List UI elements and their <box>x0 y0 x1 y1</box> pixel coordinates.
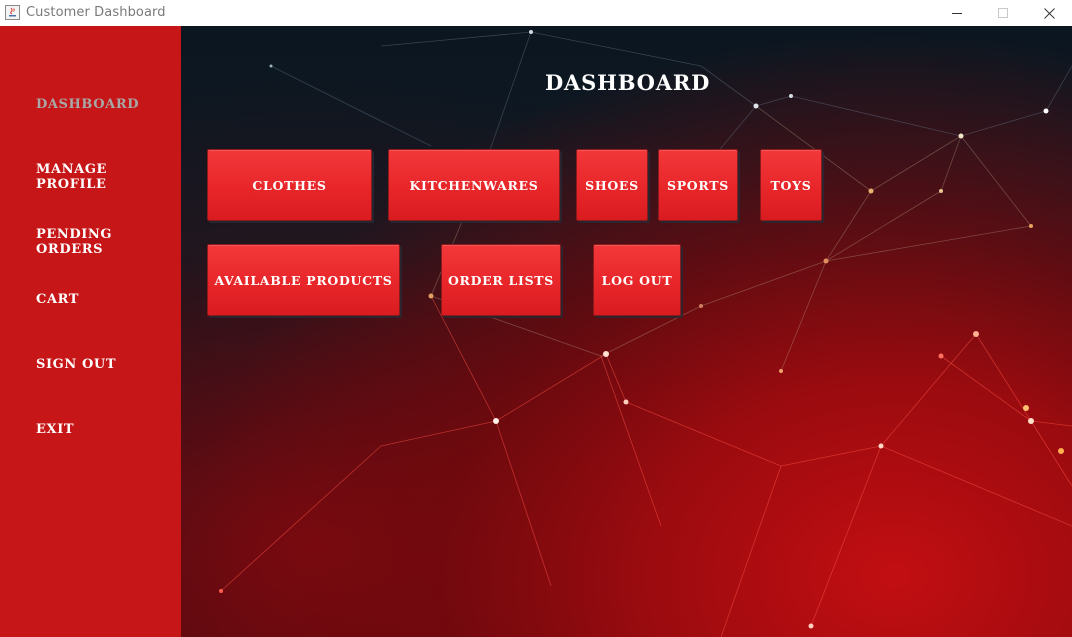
network-background-image <box>219 30 1072 637</box>
title-bar: Customer Dashboard <box>0 0 1072 27</box>
close-button[interactable] <box>1026 0 1072 26</box>
close-icon <box>1043 7 1055 19</box>
sidebar-item-exit[interactable]: EXIT <box>36 422 74 437</box>
shoes-button[interactable]: SHOES <box>576 149 648 221</box>
sidebar-item-dashboard[interactable]: DASHBOARD <box>36 97 139 112</box>
sidebar: DASHBOARD MANAGE PROFILE PENDING ORDERS … <box>0 26 181 637</box>
main-panel: DASHBOARD CLOTHES KITCHENWARES SHOES SPO… <box>181 26 1072 637</box>
window-title: Customer Dashboard <box>26 5 166 20</box>
page-title: DASHBOARD <box>545 70 711 95</box>
available-products-button[interactable]: AVAILABLE PRODUCTS <box>207 244 400 316</box>
clothes-button[interactable]: CLOTHES <box>207 149 372 221</box>
toys-button[interactable]: TOYS <box>760 149 822 221</box>
customer-dashboard-window: Customer Dashboard DASHBOARD MANAGE PROF… <box>0 0 1072 637</box>
java-app-icon <box>5 5 20 20</box>
sports-button[interactable]: SPORTS <box>658 149 738 221</box>
kitchenwares-button[interactable]: KITCHENWARES <box>388 149 560 221</box>
sidebar-item-cart[interactable]: CART <box>36 292 79 307</box>
minimize-button[interactable] <box>934 0 980 26</box>
maximize-icon <box>998 8 1008 18</box>
minimize-icon <box>952 8 962 18</box>
sidebar-item-sign-out[interactable]: SIGN OUT <box>36 357 116 372</box>
order-lists-button[interactable]: ORDER LISTS <box>441 244 561 316</box>
sidebar-item-manage-profile[interactable]: MANAGE PROFILE <box>36 162 181 192</box>
sidebar-item-pending-orders[interactable]: PENDING ORDERS <box>36 227 181 257</box>
log-out-button[interactable]: LOG OUT <box>593 244 681 316</box>
maximize-button[interactable] <box>980 0 1026 26</box>
